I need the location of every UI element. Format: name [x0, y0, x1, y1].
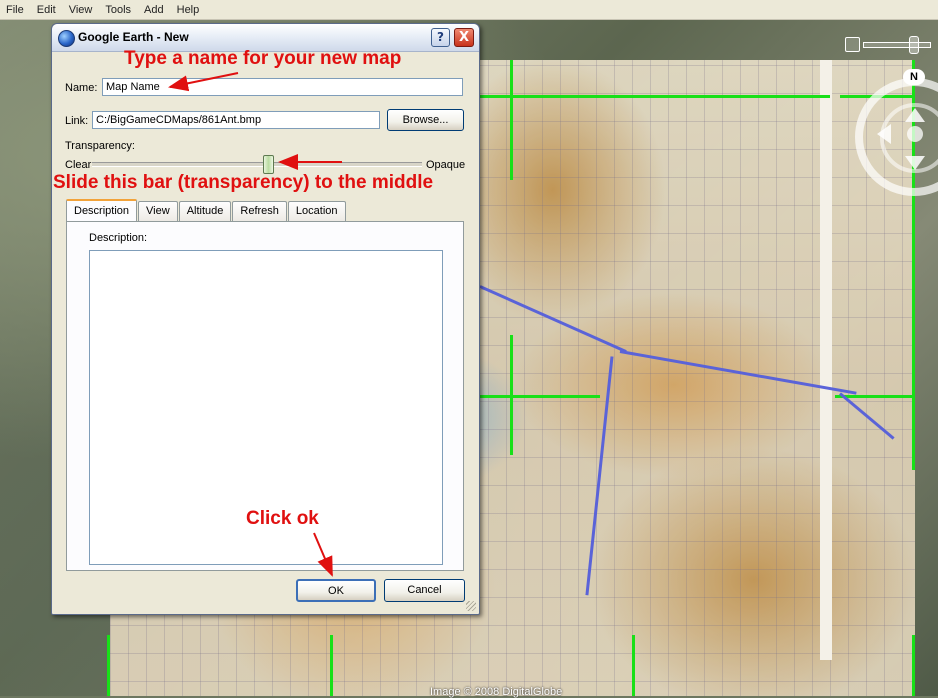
- browse-button[interactable]: Browse...: [387, 109, 464, 131]
- menu-bar: File Edit View Tools Add Help: [0, 0, 938, 20]
- imagery-credit: Image © 2008 DigitalGlobe: [430, 686, 563, 698]
- grid-line: [510, 335, 513, 455]
- annotation-name-hint: Type a name for your new map: [124, 48, 402, 69]
- zoom-knob[interactable]: [909, 36, 919, 54]
- grid-line: [480, 395, 600, 398]
- zoom-track[interactable]: [863, 42, 931, 48]
- tab-location[interactable]: Location: [287, 201, 346, 222]
- tab-description[interactable]: Description: [66, 199, 138, 222]
- annotation-slider-hint: Slide this bar (transparency) to the mid…: [53, 172, 434, 193]
- grid-line: [632, 635, 635, 696]
- menu-tools[interactable]: Tools: [99, 4, 138, 16]
- grid-line: [510, 60, 513, 180]
- tab-refresh[interactable]: Refresh: [232, 201, 287, 222]
- menu-edit[interactable]: Edit: [31, 4, 63, 16]
- grid-line: [912, 635, 915, 696]
- cancel-button[interactable]: Cancel: [384, 579, 465, 602]
- grid-line: [330, 635, 333, 696]
- link-field[interactable]: C:/BigGameCDMaps/861Ant.bmp: [92, 111, 380, 129]
- link-label: Link:: [65, 115, 89, 127]
- annotation-ok-hint: Click ok: [246, 508, 319, 529]
- name-label: Name:: [65, 82, 98, 94]
- transparency-min-label: Clear: [65, 159, 92, 171]
- transparency-label: Transparency:: [65, 140, 135, 152]
- tab-view[interactable]: View: [138, 201, 178, 222]
- zoom-slider[interactable]: [845, 36, 933, 54]
- menu-file[interactable]: File: [0, 4, 31, 16]
- menu-view[interactable]: View: [63, 4, 100, 16]
- tab-strip: Description View Altitude Refresh Locati…: [66, 199, 347, 222]
- close-icon[interactable]: X: [454, 28, 474, 47]
- google-earth-logo-icon: [58, 30, 75, 47]
- tab-altitude[interactable]: Altitude: [178, 201, 232, 222]
- transparency-slider-track[interactable]: [92, 162, 422, 167]
- menu-help[interactable]: Help: [171, 4, 207, 16]
- transparency-max-label: Opaque: [426, 159, 466, 171]
- grid-line: [107, 635, 110, 696]
- menu-add[interactable]: Add: [138, 4, 171, 16]
- compass-north-label[interactable]: N: [903, 69, 925, 85]
- resize-grip[interactable]: [466, 601, 476, 611]
- description-label: Description:: [89, 232, 148, 244]
- overlay-edge: [820, 60, 832, 660]
- ok-button[interactable]: OK: [296, 579, 376, 602]
- help-icon[interactable]: ?: [431, 28, 450, 47]
- grid-line: [480, 95, 830, 98]
- zoom-slider-icon[interactable]: [845, 37, 860, 52]
- dialog-title: Google Earth - New: [78, 30, 189, 44]
- name-field[interactable]: Map Name: [102, 78, 463, 96]
